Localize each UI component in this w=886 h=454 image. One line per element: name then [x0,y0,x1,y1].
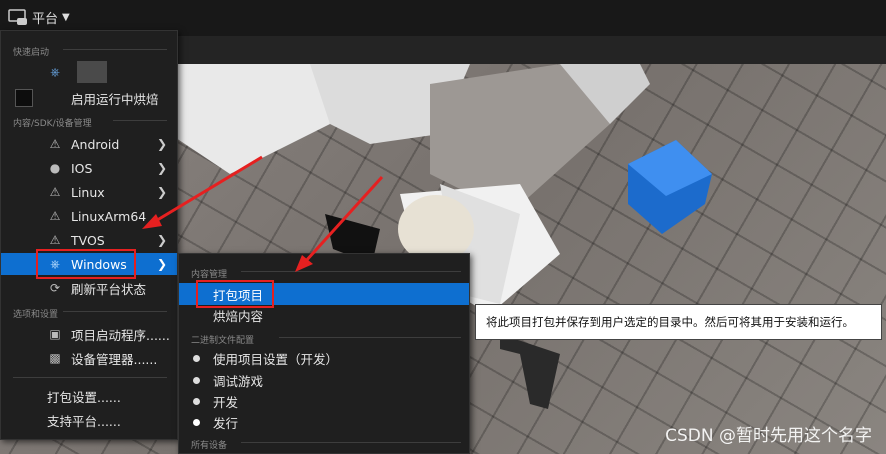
watermark: CSDN @暂时先用这个名字 [665,426,872,446]
annotation-arrow [153,155,263,224]
arrow-head [142,214,162,229]
annotation-arrows [142,155,384,272]
annotation-arrow [303,175,384,264]
